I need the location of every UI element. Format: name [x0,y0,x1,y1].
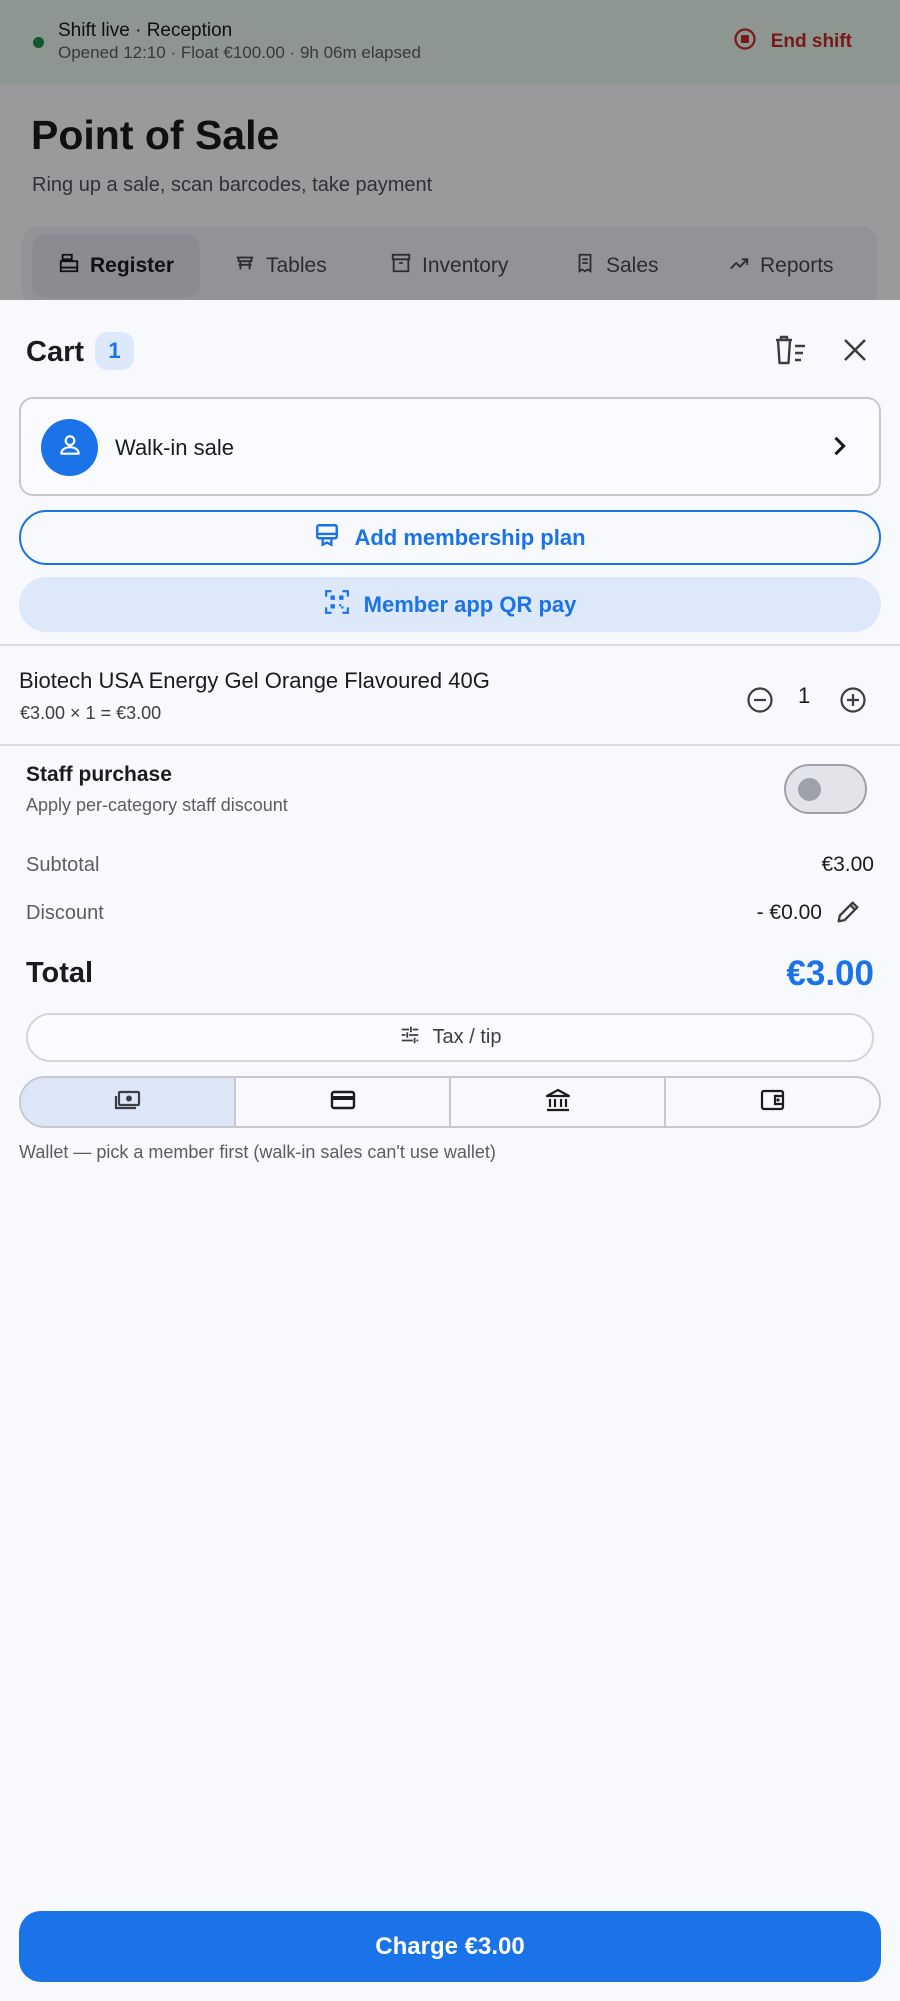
cash-icon [114,1088,142,1117]
staff-purchase-toggle[interactable] [784,764,867,814]
decrease-quantity-button[interactable] [740,680,780,725]
payment-cash-option[interactable] [21,1078,236,1126]
tax-tip-label: Tax / tip [432,1026,502,1048]
wallet-icon [759,1088,787,1117]
wallet-hint: Wallet — pick a member first (walk-in sa… [19,1142,496,1162]
cart-sheet: Cart 1 Walk-in sale Add membership plan [0,300,900,2001]
avatar [41,419,98,476]
payment-card-option[interactable] [236,1078,451,1126]
close-sheet-button[interactable] [833,330,877,374]
customer-selector[interactable]: Walk-in sale [19,397,881,496]
toggle-knob [798,778,821,801]
tune-icon [399,1024,421,1052]
subtotal-value: €3.00 [821,853,874,876]
tax-tip-button[interactable]: Tax / tip [26,1013,874,1062]
staff-purchase-title: Staff purchase [26,763,172,786]
add-membership-plan-button[interactable]: Add membership plan [19,510,881,565]
plus-circle-icon [833,687,873,724]
customer-name: Walk-in sale [115,435,234,460]
payment-method-selector [19,1076,881,1128]
qr-pay-label: Member app QR pay [363,591,577,617]
discount-value: - €0.00 [756,901,822,924]
person-icon [57,432,83,463]
subtotal-label: Subtotal [26,854,100,876]
quantity-value: 1 [798,683,811,708]
card-icon [329,1088,357,1117]
payment-bank-option[interactable] [451,1078,666,1126]
cart-count-badge: 1 [95,332,134,370]
close-icon [842,337,868,368]
pencil-icon [834,901,862,930]
cart-title: Cart [26,336,85,368]
edit-discount-button[interactable] [834,898,862,931]
total-label: Total [26,957,94,989]
add-membership-label: Add membership plan [354,524,586,550]
cart-item-calc: €3.00 × 1 = €3.00 [20,703,162,723]
discount-label: Discount [26,902,104,924]
divider [0,644,900,646]
qr-scan-icon [324,589,350,621]
total-value: €3.00 [786,954,874,993]
minus-circle-icon [740,687,780,724]
clear-cart-button[interactable] [769,330,813,374]
payment-wallet-option[interactable] [666,1078,879,1126]
delete-sweep-icon [774,334,808,371]
divider [0,744,900,746]
chevron-right-icon [825,432,853,465]
increase-quantity-button[interactable] [833,680,873,725]
bank-icon [544,1087,572,1118]
cart-item-name: Biotech USA Energy Gel Orange Flavoured … [19,668,490,693]
card-membership-icon [314,522,340,554]
staff-purchase-subtitle: Apply per-category staff discount [26,795,288,815]
member-qr-pay-button[interactable]: Member app QR pay [19,577,881,632]
modal-scrim[interactable] [0,0,900,300]
charge-button[interactable]: Charge €3.00 [19,1911,881,1982]
